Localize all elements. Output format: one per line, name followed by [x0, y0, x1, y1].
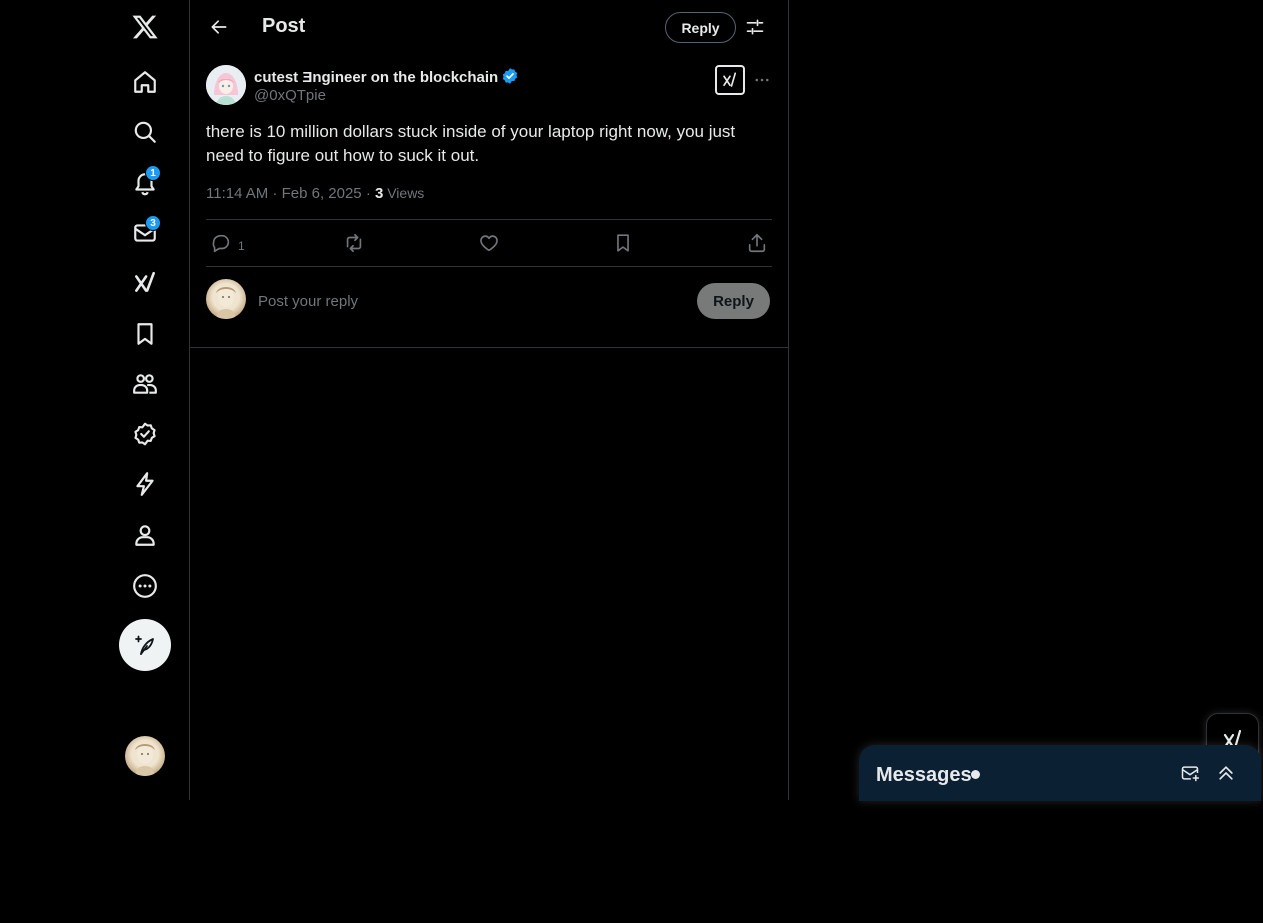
left-navigation: 1 3 — [0, 0, 190, 800]
author-display-name[interactable]: cutest Ǝngineer on the blockchain — [254, 67, 519, 86]
author-name-text: cutest Ǝngineer on the blockchain — [254, 69, 499, 86]
author-avatar[interactable] — [206, 65, 246, 105]
back-button[interactable] — [202, 10, 236, 44]
more-icon[interactable] — [120, 561, 170, 611]
expand-icon[interactable] — [1215, 762, 1237, 784]
compose-post-button[interactable] — [119, 619, 171, 671]
filter-icon[interactable] — [742, 14, 768, 40]
reply-avatar — [206, 279, 246, 319]
new-message-icon[interactable] — [1179, 762, 1201, 784]
post-timestamp[interactable]: 11:14 AM · Feb 6, 2025 · — [206, 185, 375, 202]
notifications-icon[interactable]: 1 — [120, 158, 170, 208]
reply-icon — [212, 234, 230, 253]
messages-title: Messages — [876, 764, 972, 786]
share-action[interactable] — [746, 230, 768, 256]
account-avatar[interactable] — [125, 736, 165, 776]
bookmark-action[interactable] — [612, 230, 634, 256]
reply-submit-button[interactable]: Reply — [697, 283, 770, 319]
post-detail-column: Post Reply cutest Ǝngineer on the blockc… — [190, 0, 789, 800]
messages-drawer[interactable]: Messages — [859, 745, 1261, 801]
feather-icon — [135, 635, 154, 655]
repost-action[interactable] — [343, 230, 365, 256]
unread-dot — [971, 770, 980, 779]
verified-icon[interactable] — [120, 409, 170, 459]
notifications-badge: 1 — [145, 165, 161, 181]
like-action[interactable] — [478, 230, 500, 256]
post-header: Post Reply — [190, 0, 788, 55]
back-arrow-icon — [211, 20, 227, 34]
reply-action[interactable]: 1 — [210, 230, 245, 256]
divider — [206, 266, 772, 267]
grok-icon — [723, 72, 737, 87]
header-reply-button[interactable]: Reply — [665, 12, 736, 43]
grok-explain-button[interactable] — [715, 65, 745, 95]
messages-icon[interactable]: 3 — [120, 208, 170, 258]
bookmarks-icon[interactable] — [120, 309, 170, 359]
share-icon — [748, 233, 766, 253]
home-icon[interactable] — [120, 57, 170, 107]
lightning-icon[interactable] — [120, 459, 170, 509]
page-title: Post — [262, 15, 306, 37]
divider — [190, 347, 788, 348]
explore-icon[interactable] — [120, 107, 170, 157]
author-handle[interactable]: @0xQTpie — [254, 87, 326, 104]
bookmark-icon — [617, 234, 629, 252]
post-text: there is 10 million dollars stuck inside… — [206, 122, 736, 165]
communities-icon[interactable] — [120, 359, 170, 409]
heart-icon — [480, 235, 498, 252]
reply-count: 1 — [238, 239, 245, 253]
reply-input[interactable] — [256, 288, 676, 314]
repost-icon — [346, 233, 362, 253]
x-logo-icon[interactable] — [120, 2, 170, 52]
divider — [206, 219, 772, 220]
views-label: Views — [383, 185, 425, 201]
messages-badge: 3 — [145, 215, 161, 231]
verified-badge-icon — [503, 68, 518, 84]
post-meta: 11:14 AM · Feb 6, 2025 · 3 Views — [206, 185, 424, 202]
profile-icon[interactable] — [120, 510, 170, 560]
more-options-icon[interactable] — [750, 68, 774, 92]
grok-icon[interactable] — [120, 258, 170, 308]
